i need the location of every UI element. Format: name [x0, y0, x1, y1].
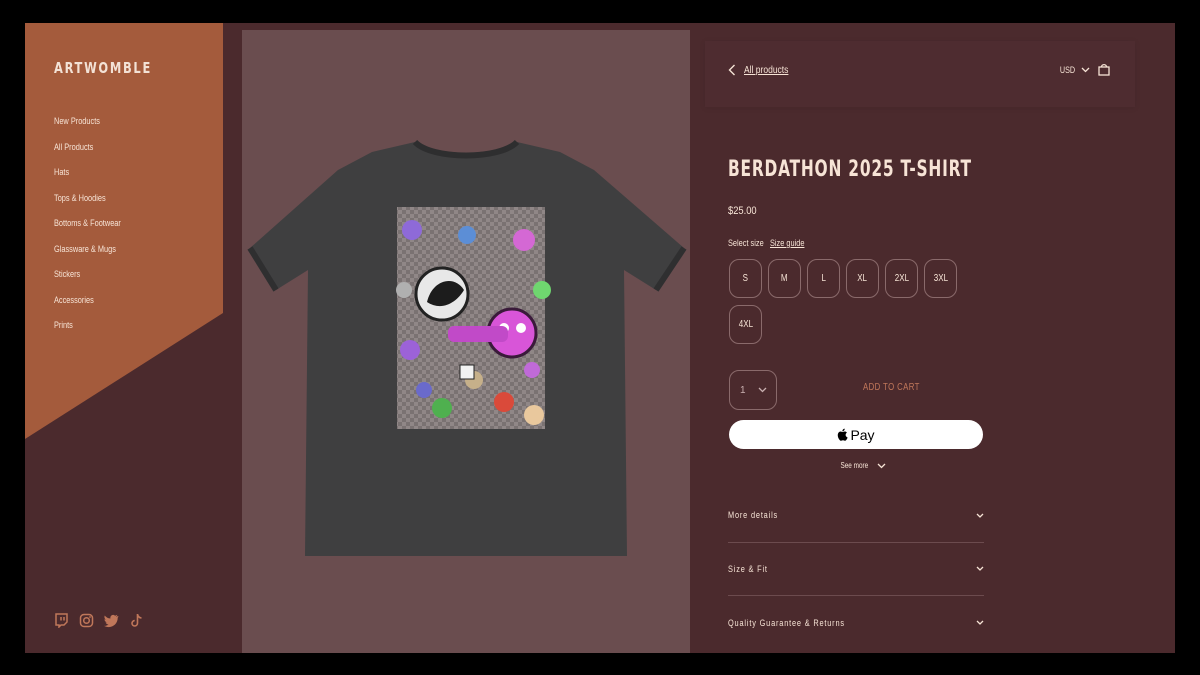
product-price: $25.00 — [728, 205, 757, 217]
social-links — [54, 613, 144, 629]
size-option-2xl[interactable]: 2XL — [885, 259, 918, 298]
size-option-m[interactable]: M — [768, 259, 801, 298]
select-size-label: Select size — [728, 238, 764, 248]
apple-pay-label: Pay — [850, 426, 875, 443]
sidebar-item-accessories[interactable]: Accessories — [54, 294, 121, 320]
sidebar-item-hats[interactable]: Hats — [54, 166, 121, 192]
size-guide-link[interactable]: Size guide — [770, 238, 804, 248]
product-image-panel — [242, 30, 690, 653]
apple-pay-button[interactable]: Pay — [729, 420, 983, 449]
see-more-payment-options[interactable]: See more — [837, 461, 886, 470]
sidebar-item-tops-hoodies[interactable]: Tops & Hoodies — [54, 192, 121, 218]
chevron-down-icon — [877, 463, 886, 468]
accordion-quality-guarantee-returns[interactable]: Quality Guarantee & Returns — [728, 596, 984, 650]
tiktok-icon[interactable] — [129, 613, 144, 628]
size-options: S M L XL 2XL 3XL 4XL — [729, 259, 969, 344]
instagram-icon[interactable] — [79, 613, 94, 628]
chevron-left-icon — [728, 64, 735, 76]
size-label-row: Select size Size guide — [728, 238, 812, 248]
sidebar-item-new-products[interactable]: New Products — [54, 115, 121, 141]
chevron-down-icon — [976, 566, 984, 572]
shopping-bag-icon — [1098, 63, 1110, 76]
back-to-all-products-link[interactable]: All products — [728, 64, 796, 76]
cart-button[interactable] — [1098, 63, 1110, 81]
sidebar: ARTWOMBLE New Products All Products Hats… — [25, 23, 223, 653]
accordion-more-details[interactable]: More details — [728, 489, 984, 543]
sidebar-item-stickers[interactable]: Stickers — [54, 268, 121, 294]
size-option-s[interactable]: S — [729, 259, 762, 298]
back-link-label: All products — [744, 64, 789, 76]
chevron-down-icon — [976, 513, 984, 518]
size-option-l[interactable]: L — [807, 259, 840, 298]
accordion-label: More details — [728, 510, 779, 521]
size-option-4xl[interactable]: 4XL — [729, 305, 762, 344]
sidebar-item-glassware-mugs[interactable]: Glassware & Mugs — [54, 243, 121, 269]
quantity-selector[interactable]: 1 — [729, 370, 777, 410]
accordion-label: Size & Fit — [728, 563, 768, 574]
currency-label: USD — [1059, 65, 1076, 75]
chevron-down-icon — [1081, 67, 1090, 73]
quantity-value: 1 — [740, 384, 746, 396]
product-topbar: All products USD — [705, 41, 1135, 107]
sidebar-nav: New Products All Products Hats Tops & Ho… — [54, 115, 136, 345]
apple-icon — [838, 428, 849, 441]
brand-logo[interactable]: ARTWOMBLE — [54, 59, 152, 77]
sidebar-item-prints[interactable]: Prints — [54, 319, 121, 345]
chevron-down-icon — [758, 387, 767, 393]
product-image[interactable] — [242, 30, 690, 653]
size-option-3xl[interactable]: 3XL — [924, 259, 957, 298]
accordion-label: Quality Guarantee & Returns — [728, 617, 845, 628]
size-option-xl[interactable]: XL — [846, 259, 879, 298]
accordion-size-fit[interactable]: Size & Fit — [728, 543, 984, 596]
page-frame: ARTWOMBLE New Products All Products Hats… — [25, 23, 1175, 653]
chevron-down-icon — [976, 620, 984, 626]
currency-selector[interactable]: USD — [1058, 65, 1090, 75]
add-to-cart-button[interactable]: ADD TO CART — [863, 382, 920, 393]
sidebar-item-all-products[interactable]: All Products — [54, 141, 121, 167]
twitter-icon[interactable] — [104, 613, 119, 628]
sidebar-item-bottoms-footwear[interactable]: Bottoms & Footwear — [54, 217, 121, 243]
product-details-accordions: More details Size & Fit Quality Guarante… — [728, 489, 984, 650]
twitch-icon[interactable] — [54, 613, 69, 629]
product-title: BERDATHON 2025 T-SHIRT — [728, 157, 972, 182]
see-more-label: See more — [840, 461, 869, 470]
